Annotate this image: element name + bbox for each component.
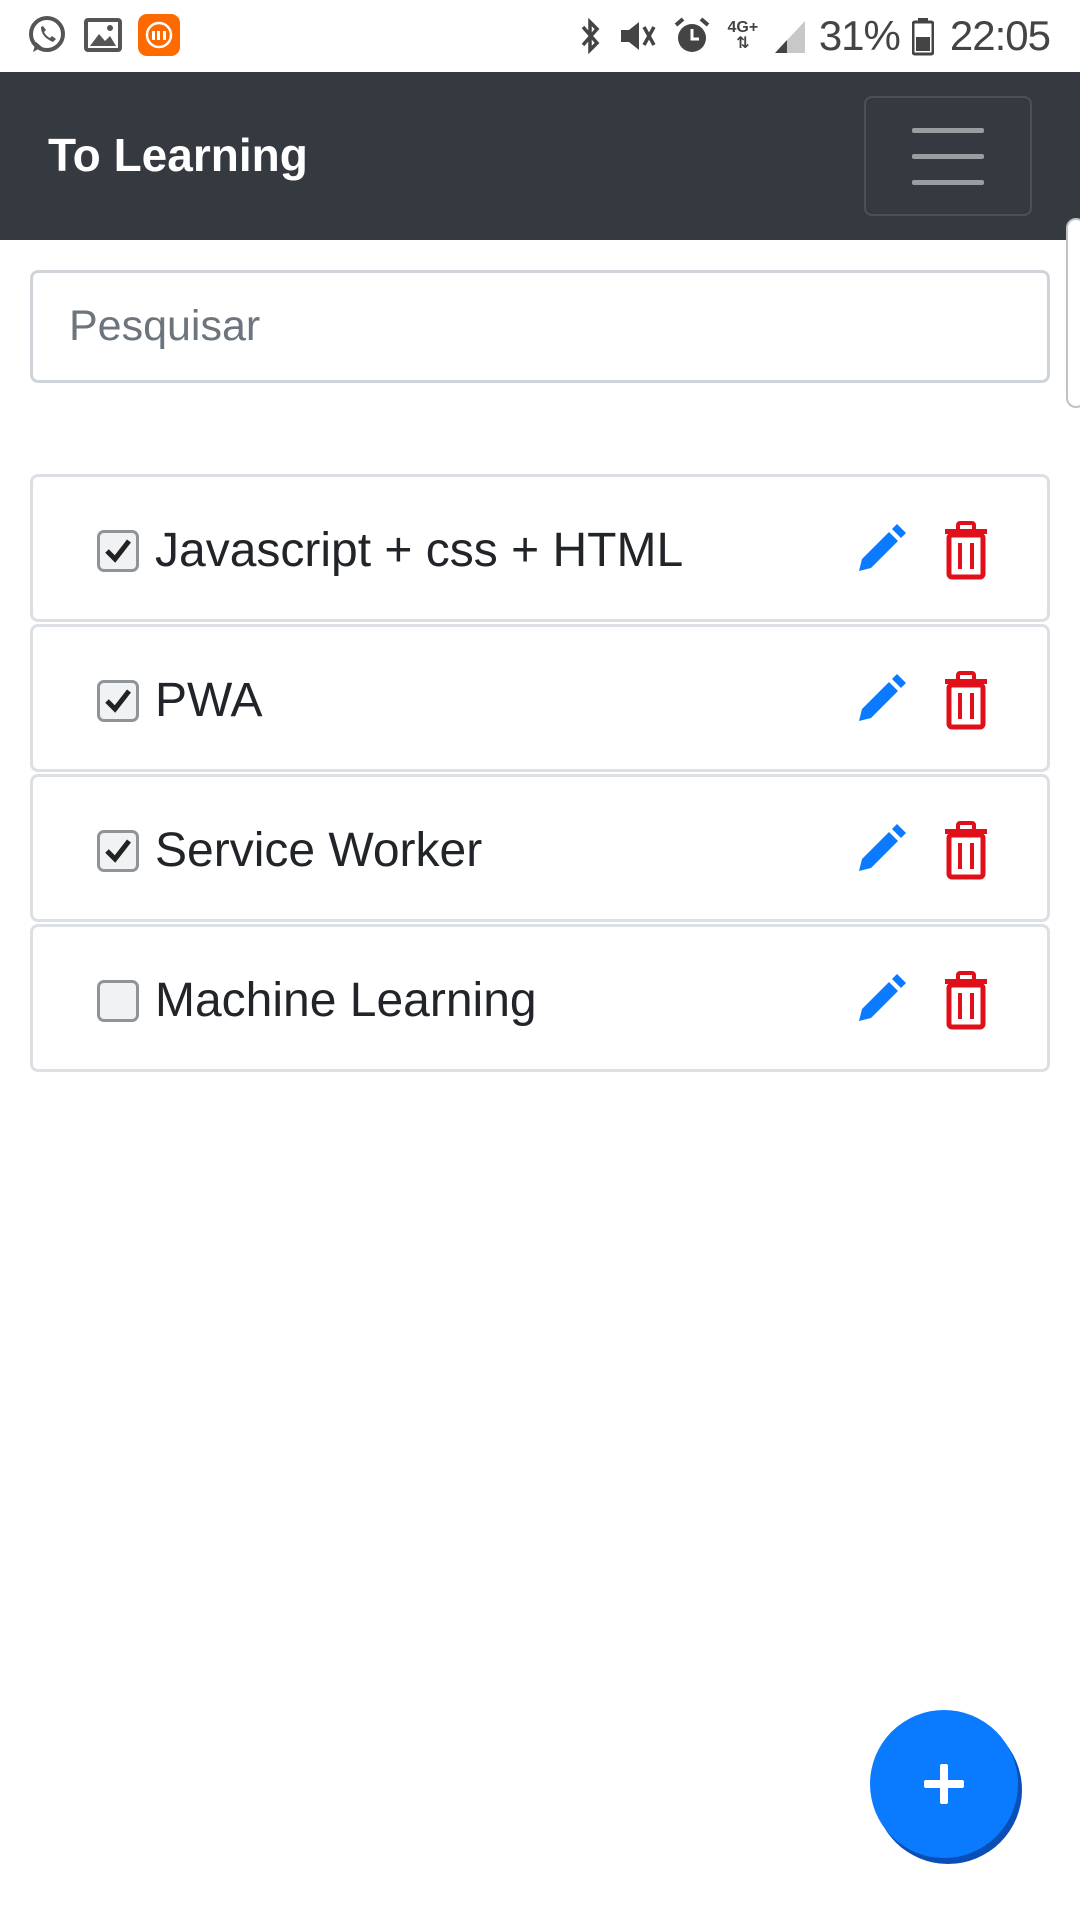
checkmark-icon — [105, 839, 131, 863]
item-checkbox[interactable] — [97, 830, 139, 872]
item-checkbox[interactable] — [97, 530, 139, 572]
trash-icon — [945, 821, 987, 880]
list-item: Machine Learning — [30, 924, 1050, 1072]
add-item-button[interactable] — [870, 1710, 1018, 1858]
checkmark-icon — [105, 689, 131, 713]
list-item: Javascript + css + HTML — [30, 474, 1050, 622]
item-label: Machine Learning — [155, 974, 537, 1027]
plus-icon — [924, 1764, 964, 1804]
pencil-icon — [859, 824, 906, 871]
scroll-handle[interactable] — [1066, 218, 1080, 408]
delete-button[interactable] — [943, 971, 993, 1031]
trash-icon — [945, 671, 987, 730]
whatsapp-icon — [26, 14, 68, 56]
delete-button[interactable] — [943, 521, 993, 581]
delete-button[interactable] — [943, 671, 993, 731]
edit-button[interactable] — [853, 521, 913, 581]
edit-button[interactable] — [853, 671, 913, 731]
menu-toggle-button[interactable] — [864, 96, 1032, 216]
item-label: Service Worker — [155, 824, 483, 877]
signal-icon — [773, 15, 807, 57]
item-label: Javascript + css + HTML — [155, 524, 684, 577]
item-checkbox[interactable] — [97, 980, 139, 1022]
trash-icon — [945, 521, 987, 580]
bluetooth-icon — [575, 15, 605, 57]
item-checkbox[interactable] — [97, 680, 139, 722]
status-bar-right: 4G+ ⇅ 31% 22:05 — [575, 10, 1051, 62]
trash-icon — [945, 971, 987, 1030]
clock: 22:05 — [949, 12, 1051, 59]
edit-button[interactable] — [853, 821, 913, 881]
app-brand[interactable]: To Learning — [48, 128, 308, 182]
mi-icon — [138, 14, 180, 56]
mute-icon — [617, 15, 659, 57]
delete-button[interactable] — [943, 821, 993, 881]
navbar: To Learning — [0, 72, 1080, 240]
search-input[interactable] — [30, 270, 1050, 383]
alarm-icon — [671, 15, 713, 57]
item-label: PWA — [155, 674, 263, 727]
learning-list: Javascript + css + HTML PWA Service Work… — [30, 474, 1050, 1074]
battery-icon — [911, 15, 935, 57]
checkmark-icon — [105, 539, 131, 563]
network-4g-icon: 4G+ ⇅ — [727, 19, 759, 52]
pencil-icon — [859, 674, 906, 721]
gallery-icon — [82, 14, 124, 56]
battery-percent: 31% — [818, 12, 901, 59]
pencil-icon — [859, 524, 906, 571]
list-item: Service Worker — [30, 774, 1050, 922]
list-item: PWA — [30, 624, 1050, 772]
pencil-icon — [859, 974, 906, 1021]
network-label: 4G+ — [727, 19, 759, 36]
status-bar-left — [26, 14, 180, 56]
status-bar: 4G+ ⇅ 31% 22:05 — [0, 0, 1080, 72]
edit-button[interactable] — [853, 971, 913, 1031]
